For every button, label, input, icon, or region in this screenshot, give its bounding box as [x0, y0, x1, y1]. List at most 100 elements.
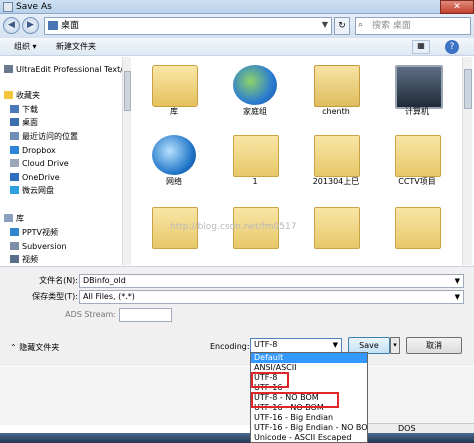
encoding-select[interactable]: UTF-8 ▼: [250, 338, 342, 353]
encoding-option[interactable]: Unicode - ASCII Escaped: [251, 433, 367, 442]
nav-item[interactable]: 视频: [10, 253, 38, 265]
nav-item[interactable]: OneDrive: [10, 171, 60, 184]
nav-item[interactable]: 桌面: [10, 116, 38, 129]
window-title: Save As: [16, 2, 52, 12]
folder-icon: [314, 207, 360, 249]
nav-scrollbar-thumb[interactable]: [124, 71, 131, 111]
nav-item[interactable]: 库: [4, 212, 24, 225]
user-folder-icon: [314, 65, 360, 107]
file-list-scrollbar[interactable]: [462, 57, 472, 265]
chevron-down-icon[interactable]: ▼: [455, 275, 460, 287]
forward-arrow-icon[interactable]: ▶: [22, 17, 39, 34]
nav-item-icon: [4, 91, 13, 99]
cancel-button[interactable]: 取消: [406, 337, 462, 354]
encoding-option[interactable]: Default: [251, 353, 367, 363]
file-tile[interactable]: chenth: [300, 61, 372, 129]
file-tile[interactable]: 201304上巳: [300, 131, 372, 199]
nav-item-label: 收藏夹: [16, 91, 40, 100]
highlight-box: [251, 392, 340, 408]
encoding-dropdown-list[interactable]: Default ANSI/ASCII UTF-8 UTF-16 UTF-8 - NO B…: [250, 352, 368, 443]
nav-item-label: 微云网盘: [22, 186, 54, 195]
nav-item[interactable]: UltraEdit Professional Text/: [4, 63, 122, 76]
save-form: 文件名(N): DBinfo_old ▼ 保存类型(T): All Files,…: [0, 266, 474, 366]
computer-icon: [395, 65, 443, 109]
encoding-option[interactable]: UTF-16 - Big Endian - NO BOM: [251, 423, 367, 433]
file-tile[interactable]: CCTV项目: [381, 131, 453, 199]
search-icon: ⌕: [358, 20, 364, 30]
new-folder-button[interactable]: 新建文件夹: [56, 41, 96, 53]
search-input[interactable]: 搜索 桌面: [355, 17, 471, 35]
hide-folders-toggle[interactable]: ⌃ 隐藏文件夹: [10, 342, 59, 354]
view-options-icon[interactable]: ▦: [412, 40, 430, 54]
ads-stream-input[interactable]: [119, 308, 172, 322]
folder-icon: [314, 135, 360, 177]
file-tile[interactable]: 1: [219, 131, 291, 199]
address-box[interactable]: 桌面 ▼: [44, 17, 332, 35]
highlight-box: [251, 372, 289, 388]
savetype-label: 保存类型(T):: [32, 292, 78, 301]
chevron-down-icon[interactable]: ▼: [455, 291, 460, 303]
nav-item-label: Subversion: [22, 242, 67, 251]
nav-scrollbar[interactable]: [122, 57, 131, 265]
nav-item[interactable]: Cloud Drive: [10, 157, 69, 170]
file-tile-label: chenth: [322, 107, 350, 116]
file-list-scrollbar-thumb[interactable]: [464, 69, 472, 109]
file-tile[interactable]: 家庭组: [219, 61, 291, 129]
nav-item[interactable]: Dropbox: [10, 144, 56, 157]
file-tile-label: 1: [252, 177, 258, 186]
file-tile[interactable]: 网络: [138, 131, 210, 199]
folder-icon: [48, 21, 58, 30]
nav-item-icon: [10, 159, 19, 167]
chevron-down-icon[interactable]: ▼: [322, 20, 328, 29]
file-tile[interactable]: [300, 203, 372, 265]
nav-item[interactable]: 微云网盘: [10, 184, 54, 197]
chevron-down-icon[interactable]: ▼: [333, 339, 338, 351]
save-options-chevron-icon[interactable]: ▾: [390, 337, 400, 354]
file-tile-label: 家庭组: [243, 107, 267, 116]
background-window: [0, 367, 250, 425]
nav-item[interactable]: Subversion: [10, 240, 67, 253]
file-tile-label: 库: [170, 107, 178, 116]
nav-item-icon: [10, 255, 19, 263]
navigation-pane: UltraEdit Professional Text/收藏夹下载桌面最近访问的…: [0, 57, 122, 265]
nav-item-icon: [10, 242, 19, 250]
nav-item[interactable]: PPTV视频: [10, 226, 58, 239]
nav-item[interactable]: 下载: [10, 103, 38, 116]
encoding-option[interactable]: UTF-16 - Big Endian: [251, 413, 367, 423]
nav-item-icon: [10, 132, 19, 140]
nav-item[interactable]: 收藏夹: [4, 89, 40, 102]
filename-value: DBinfo_old: [83, 276, 126, 285]
filename-input[interactable]: DBinfo_old ▼: [79, 274, 464, 288]
nav-item-label: 下载: [22, 105, 38, 114]
nav-item-label: OneDrive: [22, 173, 60, 182]
close-button[interactable]: ✕: [440, 0, 474, 14]
file-tile[interactable]: [381, 203, 453, 265]
nav-item-label: 桌面: [22, 118, 38, 127]
back-arrow-icon[interactable]: ◀: [3, 17, 20, 34]
organize-button[interactable]: 组织 ▾: [14, 41, 37, 53]
toolbar: 组织 ▾ 新建文件夹 ▦ ?: [0, 38, 474, 56]
file-tile[interactable]: [219, 203, 291, 265]
refresh-icon[interactable]: ↻: [334, 17, 350, 35]
savetype-select[interactable]: All Files, (*.*) ▼: [79, 290, 464, 304]
nav-item-label: 库: [16, 214, 24, 223]
nav-item[interactable]: 最近访问的位置: [10, 130, 78, 143]
file-tile[interactable]: 计算机: [381, 61, 453, 129]
help-icon[interactable]: ?: [445, 40, 459, 54]
address-bar: ◀ ▶ 桌面 ▼ ↻ 搜索 桌面 ⌕: [0, 14, 474, 38]
taskbar: [0, 433, 474, 443]
nav-item-icon: [4, 214, 13, 222]
library-icon: [152, 65, 198, 107]
file-tile[interactable]: 库: [138, 61, 210, 129]
nav-item-icon: [4, 65, 13, 73]
file-tile-label: 网络: [166, 177, 182, 186]
file-tile[interactable]: [138, 203, 210, 265]
folder-icon: [395, 207, 441, 249]
watermark: http://blog.csdn.net/fm0517: [170, 222, 297, 232]
background-window-right: [368, 367, 474, 425]
savetype-value: All Files, (*.*): [83, 292, 135, 301]
file-tile-label: CCTV项目: [398, 177, 436, 186]
nav-item-icon: [10, 146, 19, 154]
nav-item-icon: [10, 118, 19, 126]
window-icon: [3, 2, 13, 12]
